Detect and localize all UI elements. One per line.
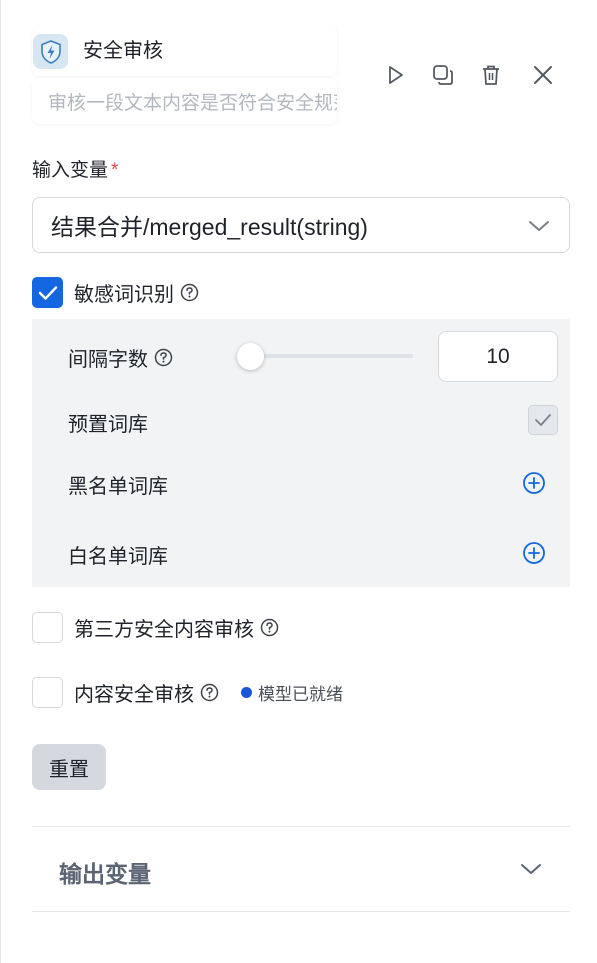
help-icon[interactable] bbox=[154, 348, 173, 367]
required-mark: * bbox=[111, 160, 119, 181]
run-button[interactable] bbox=[379, 58, 413, 92]
content-audit-label: 内容安全审核 bbox=[74, 684, 194, 706]
interval-slider-track[interactable] bbox=[238, 354, 413, 358]
status-dot bbox=[241, 687, 252, 698]
node-description-input[interactable]: 审核一段文本内容是否符合安全规范 bbox=[32, 78, 337, 124]
model-status-text: 模型已就绪 bbox=[258, 685, 343, 704]
copy-icon bbox=[433, 65, 453, 85]
sensitive-word-row: 敏感词识别 bbox=[32, 277, 199, 308]
interval-label: 间隔字数 bbox=[68, 349, 148, 371]
third-party-audit-checkbox[interactable] bbox=[32, 612, 63, 643]
interval-row: 间隔字数 bbox=[68, 343, 173, 372]
sensitive-word-settings: 间隔字数 10 预置词库 黑名单词库 白名单词库 bbox=[32, 319, 570, 587]
trash-icon bbox=[483, 65, 499, 85]
add-whitelist-button[interactable] bbox=[522, 541, 546, 565]
chevron-down-icon bbox=[521, 864, 541, 874]
copy-button[interactable] bbox=[426, 58, 460, 92]
input-variable-label: 输入变量 * bbox=[32, 158, 118, 184]
help-icon[interactable] bbox=[180, 283, 199, 302]
input-variable-select[interactable]: 结果合并/merged_result(string) bbox=[32, 197, 570, 253]
sensitive-word-label: 敏感词识别 bbox=[74, 284, 174, 306]
help-icon[interactable] bbox=[200, 683, 219, 702]
node-title-card[interactable] bbox=[32, 26, 337, 76]
output-variables-title: 输出变量 bbox=[59, 861, 151, 887]
preset-lexicon-checkbox[interactable] bbox=[528, 405, 558, 435]
whitelist-lexicon-label: 白名单词库 bbox=[68, 546, 168, 568]
content-audit-checkbox[interactable] bbox=[32, 677, 63, 708]
input-variable-value: 结果合并/merged_result(string) bbox=[51, 214, 368, 240]
play-icon bbox=[389, 66, 403, 84]
content-audit-row: 内容安全审核 模型已就绪 bbox=[32, 677, 343, 708]
check-icon bbox=[535, 414, 551, 426]
chevron-down-icon bbox=[529, 221, 549, 231]
third-party-audit-label: 第三方安全内容审核 bbox=[74, 619, 254, 641]
plus-circle-icon bbox=[523, 542, 545, 564]
third-party-audit-row: 第三方安全内容审核 bbox=[32, 612, 279, 643]
close-button[interactable] bbox=[526, 58, 560, 92]
preset-lexicon-label: 预置词库 bbox=[68, 414, 148, 436]
input-variable-label-text: 输入变量 bbox=[32, 160, 109, 181]
model-status: 模型已就绪 bbox=[241, 680, 343, 705]
shield-lightning-icon bbox=[33, 34, 68, 69]
node-title[interactable]: 安全审核 bbox=[83, 37, 163, 65]
delete-button[interactable] bbox=[474, 58, 508, 92]
check-icon bbox=[38, 285, 57, 300]
node-config-panel: 安全审核 审核一段文本内容是否符合安全规范 输入变量 * 结果合并/merged_… bbox=[0, 0, 597, 963]
plus-circle-icon bbox=[523, 472, 545, 494]
close-icon bbox=[534, 66, 552, 84]
add-blacklist-button[interactable] bbox=[522, 471, 546, 495]
divider bbox=[32, 911, 570, 912]
help-icon[interactable] bbox=[260, 618, 279, 637]
blacklist-lexicon-label: 黑名单词库 bbox=[68, 476, 168, 498]
interval-number-input[interactable]: 10 bbox=[438, 331, 558, 382]
reset-button[interactable]: 重置 bbox=[32, 744, 106, 790]
interval-slider-thumb[interactable] bbox=[237, 343, 264, 370]
output-variables-header[interactable]: 输出变量 bbox=[32, 827, 570, 911]
sensitive-word-checkbox[interactable] bbox=[32, 277, 63, 308]
